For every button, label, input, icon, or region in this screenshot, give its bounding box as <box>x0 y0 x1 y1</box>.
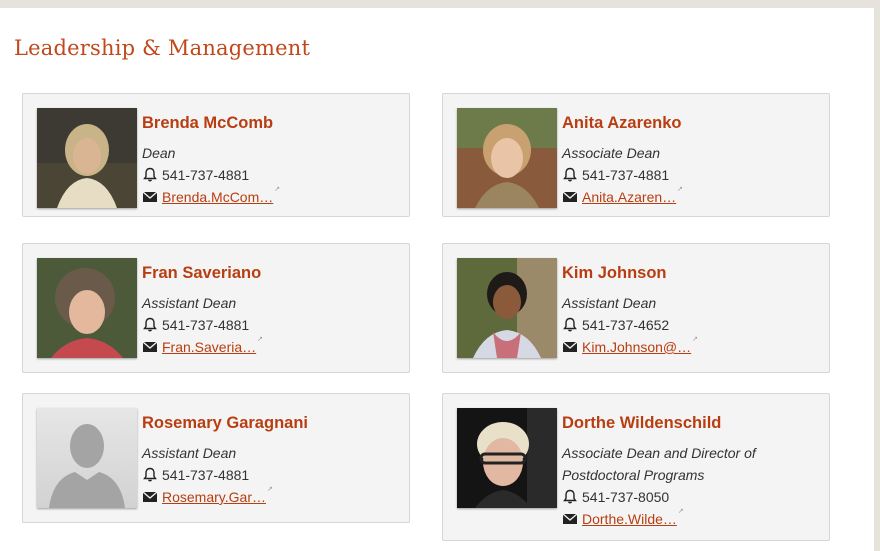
external-link-icon: ↗ <box>677 186 684 193</box>
phone-number: 541-737-4881 <box>582 167 670 183</box>
email-row: Brenda.McCom… ↗ <box>142 186 401 208</box>
person-name[interactable]: Kim Johnson <box>562 262 821 284</box>
person-info: Rosemary Garagnani Assistant Dean 541-73… <box>142 412 401 508</box>
phone-row: 541-737-4881 <box>562 164 821 186</box>
person-info: Dorthe Wildenschild Associate Dean and D… <box>562 412 821 530</box>
bell-icon <box>143 467 157 482</box>
person-photo <box>457 408 557 508</box>
person-photo <box>457 258 557 358</box>
email-link[interactable]: Rosemary.Gar… <box>162 489 266 505</box>
email-row: Kim.Johnson@… ↗ <box>562 336 821 358</box>
person-name[interactable]: Anita Azarenko <box>562 112 821 134</box>
person-name[interactable]: Rosemary Garagnani <box>142 412 401 434</box>
email-row: Fran.Saveria… ↗ <box>142 336 401 358</box>
person-title-line2: Postdoctoral Programs <box>562 467 705 483</box>
envelope-icon <box>142 491 158 502</box>
person-info: Kim Johnson Assistant Dean 541-737-4652 … <box>562 262 821 358</box>
person-title: Assistant Dean <box>562 295 657 311</box>
person-card: Anita Azarenko Associate Dean 541-737-48… <box>442 93 830 217</box>
envelope-icon <box>562 513 578 524</box>
envelope-icon <box>142 191 158 202</box>
bell-icon <box>143 317 157 332</box>
phone-number: 541-737-4881 <box>162 167 250 183</box>
person-photo <box>457 108 557 208</box>
person-title: Associate Dean <box>562 145 661 161</box>
phone-number: 541-737-8050 <box>582 489 670 505</box>
person-card: Brenda McComb Dean 541-737-4881 Brenda.M… <box>22 93 410 217</box>
person-name[interactable]: Dorthe Wildenschild <box>562 412 821 434</box>
envelope-icon <box>142 341 158 352</box>
email-link[interactable]: Dorthe.Wilde… <box>582 511 677 527</box>
person-title: Assistant Dean <box>142 445 237 461</box>
placeholder-avatar <box>37 408 137 508</box>
email-link[interactable]: Kim.Johnson@… <box>582 339 691 355</box>
person-info: Anita Azarenko Associate Dean 541-737-48… <box>562 112 821 208</box>
person-card: Kim Johnson Assistant Dean 541-737-4652 … <box>442 243 830 373</box>
person-title: Assistant Dean <box>142 295 237 311</box>
envelope-icon <box>562 191 578 202</box>
bell-icon <box>563 489 577 504</box>
person-name[interactable]: Fran Saveriano <box>142 262 401 284</box>
phone-row: 541-737-4881 <box>142 314 401 336</box>
email-row: Rosemary.Gar… ↗ <box>142 486 401 508</box>
phone-row: 541-737-8050 <box>562 486 821 508</box>
person-photo <box>37 108 137 208</box>
person-photo <box>37 258 137 358</box>
bell-icon <box>563 317 577 332</box>
phone-row: 541-737-4652 <box>562 314 821 336</box>
phone-row: 541-737-4881 <box>142 464 401 486</box>
external-link-icon: ↗ <box>266 486 273 493</box>
person-info: Fran Saveriano Assistant Dean 541-737-48… <box>142 262 401 358</box>
person-title: Dean <box>142 145 176 161</box>
phone-row: 541-737-4881 <box>142 164 401 186</box>
email-row: Dorthe.Wilde… ↗ <box>562 508 821 530</box>
phone-number: 541-737-4652 <box>582 317 670 333</box>
bell-icon <box>143 167 157 182</box>
person-info: Brenda McComb Dean 541-737-4881 Brenda.M… <box>142 112 401 208</box>
person-card: Rosemary Garagnani Assistant Dean 541-73… <box>22 393 410 523</box>
person-card: Dorthe Wildenschild Associate Dean and D… <box>442 393 830 541</box>
email-link[interactable]: Anita.Azaren… <box>582 189 676 205</box>
envelope-icon <box>562 341 578 352</box>
person-name[interactable]: Brenda McComb <box>142 112 401 134</box>
email-link[interactable]: Brenda.McCom… <box>162 189 273 205</box>
external-link-icon: ↗ <box>677 508 684 515</box>
bell-icon <box>563 167 577 182</box>
person-title: Associate Dean and Director of <box>562 445 756 461</box>
section-title: Leadership & Management <box>14 36 311 60</box>
phone-number: 541-737-4881 <box>162 317 250 333</box>
email-link[interactable]: Fran.Saveria… <box>162 339 256 355</box>
external-link-icon: ↗ <box>274 186 281 193</box>
external-link-icon: ↗ <box>257 336 264 343</box>
phone-number: 541-737-4881 <box>162 467 250 483</box>
email-row: Anita.Azaren… ↗ <box>562 186 821 208</box>
page: Leadership & Management Brenda McComb De… <box>0 8 874 551</box>
person-card: Fran Saveriano Assistant Dean 541-737-48… <box>22 243 410 373</box>
external-link-icon: ↗ <box>692 336 699 343</box>
